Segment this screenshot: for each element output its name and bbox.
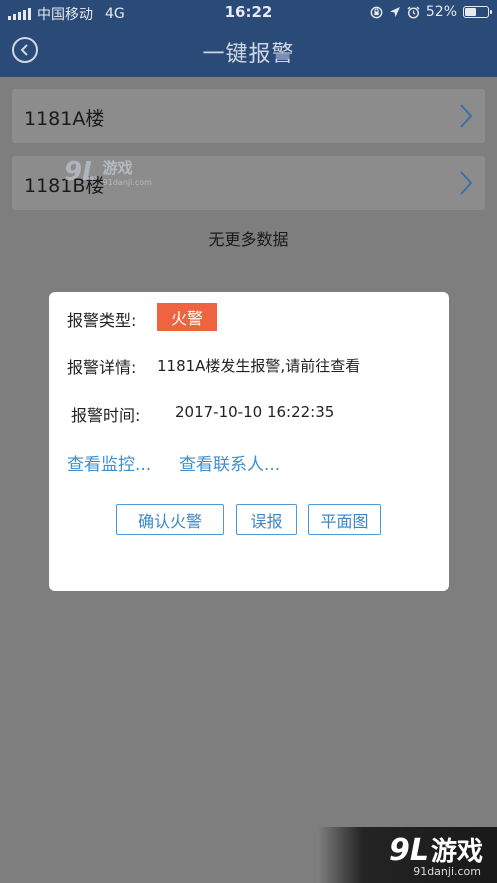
watermark-corner-url: 91danji.com [413, 865, 481, 878]
view-monitor-link[interactable]: 查看监控... [67, 450, 151, 475]
alarm-clock-icon [407, 6, 420, 19]
location-arrow-icon [389, 7, 400, 17]
watermark-url: 91danji.com [102, 178, 152, 187]
battery-percent: 52% [425, 4, 457, 20]
status-bar: 中国移动 4G 16:22 52% [0, 0, 497, 24]
floor-plan-button[interactable]: 平面图 [308, 504, 381, 535]
list-item-1181a[interactable]: 1181A楼 [12, 89, 485, 143]
watermark-logo: 9L 游戏 91danji.com [64, 157, 152, 187]
watermark-corner-name: 游戏 [430, 837, 483, 867]
watermark-name: 游戏 [102, 159, 133, 177]
nav-bar: 一键报警 [0, 24, 497, 77]
list-item-label: 1181A楼 [24, 108, 105, 130]
no-more-data-text: 无更多数据 [208, 230, 289, 249]
page-title: 一键报警 [202, 42, 295, 67]
false-alarm-button[interactable]: 误报 [236, 504, 297, 535]
alarm-time-value: 2017-10-10 16:22:35 [175, 403, 335, 421]
watermark-logo-mark: 9L [64, 157, 99, 187]
alarm-type-label: 报警类型: [67, 311, 137, 330]
alarm-time-label: 报警时间: [71, 406, 141, 425]
chevron-right-icon [460, 104, 473, 128]
chevron-right-icon [460, 171, 473, 195]
confirm-fire-button[interactable]: 确认火警 [116, 504, 224, 535]
view-contacts-link[interactable]: 查看联系人... [179, 450, 280, 475]
alarm-detail-label: 报警详情: [67, 358, 137, 377]
orientation-lock-icon [370, 6, 383, 18]
alarm-dialog: 报警类型: 火警 报警详情: 1181A楼发生报警,请前往查看 报警时间: 20… [49, 292, 449, 591]
watermark-corner: 9L 游戏 91danji.com [318, 827, 497, 883]
alarm-type-badge: 火警 [157, 303, 217, 331]
watermark-corner-logo: 9L [388, 833, 429, 868]
battery-icon [463, 6, 492, 18]
alarm-detail-value: 1181A楼发生报警,请前往查看 [157, 357, 361, 375]
